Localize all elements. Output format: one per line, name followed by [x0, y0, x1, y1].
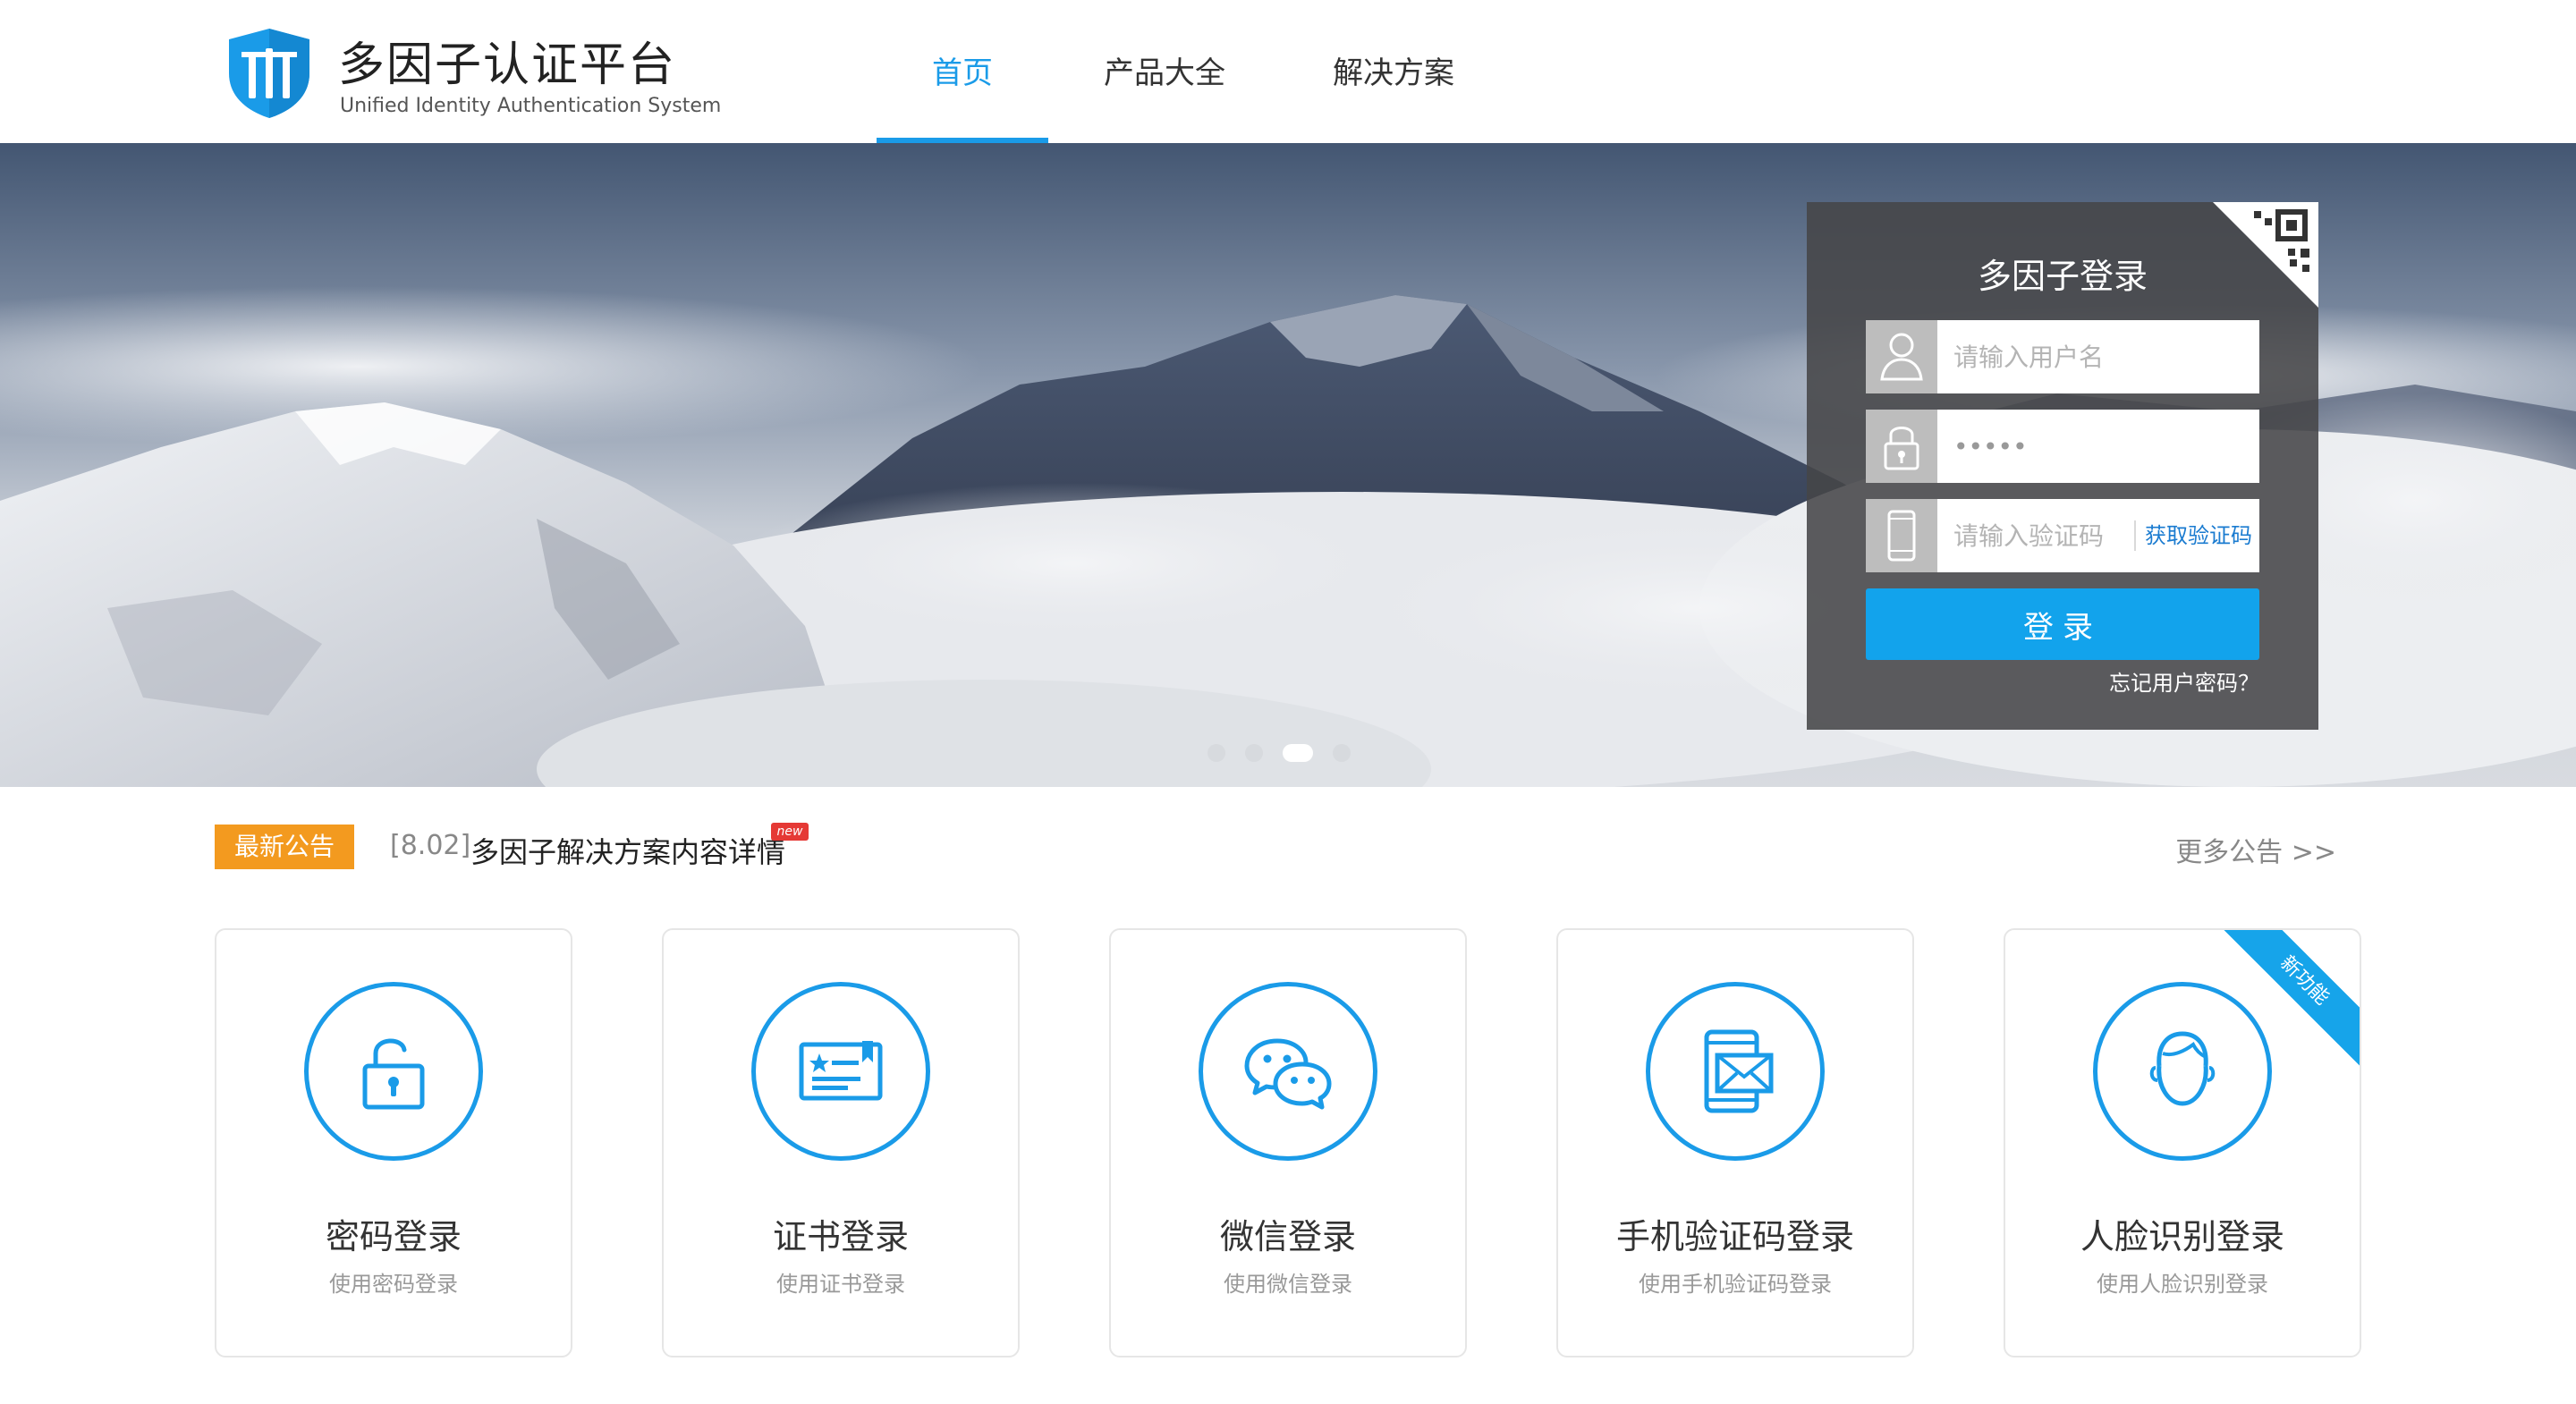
password-login-card[interactable]: 密码登录 使用密码登录: [215, 928, 572, 1357]
card-title: 手机验证码登录: [1615, 1217, 1854, 1256]
login-panel: 多因子登录 获取验证: [1807, 202, 2318, 730]
card-subtitle: 使用人脸识别登录: [2097, 1272, 2268, 1297]
face-icon: [2093, 982, 2272, 1161]
user-icon: [1866, 320, 1937, 393]
wechat-icon: [1199, 982, 1377, 1161]
card-subtitle: 使用微信登录: [1224, 1272, 1352, 1297]
card-title: 人脸识别登录: [2080, 1217, 2284, 1256]
top-header: 多因子认证平台 Unified Identity Authentication …: [0, 0, 2576, 143]
carousel-dot-2[interactable]: [1245, 744, 1263, 762]
card-title: 密码登录: [325, 1217, 462, 1256]
verification-code-input[interactable]: [1937, 499, 2134, 572]
face-login-card[interactable]: 人脸识别登录 使用人脸识别登录 新功能: [2004, 928, 2361, 1357]
lock-icon: [1866, 410, 1937, 483]
forgot-password-link[interactable]: 忘记用户密码？: [2109, 665, 2259, 697]
carousel-dot-3[interactable]: [1283, 744, 1313, 762]
brand-title: 多因子认证平台: [338, 38, 677, 92]
card-subtitle: 使用证书登录: [776, 1272, 905, 1297]
nav-products[interactable]: 产品大全: [1104, 48, 1225, 92]
carousel-dot-4[interactable]: [1333, 744, 1351, 762]
certificate-icon: [751, 982, 930, 1161]
wechat-login-card[interactable]: 微信登录 使用微信登录: [1109, 928, 1467, 1357]
brand-subtitle: Unified Identity Authentication System: [340, 95, 722, 117]
nav-home[interactable]: 首页: [932, 48, 993, 92]
login-submit-button[interactable]: 登录: [1866, 588, 2259, 660]
mobile-phone-icon: [1866, 499, 1937, 572]
more-notices-link[interactable]: 更多公告 >>: [2175, 830, 2336, 869]
lock-icon: [304, 982, 483, 1161]
username-input[interactable]: [1937, 320, 2259, 393]
notice-title-link[interactable]: 多因子解决方案内容详情: [470, 830, 785, 871]
username-field: [1866, 320, 2259, 393]
sms-login-card[interactable]: 手机验证码登录 使用手机验证码登录: [1556, 928, 1914, 1357]
card-subtitle: 使用密码登录: [329, 1272, 458, 1297]
password-input[interactable]: [1937, 410, 2259, 483]
new-tag: new: [771, 823, 809, 841]
card-title: 微信登录: [1219, 1217, 1356, 1256]
nav-solutions[interactable]: 解决方案: [1333, 48, 1454, 92]
notice-date: [8.02]: [390, 830, 471, 861]
get-code-button[interactable]: 获取验证码: [2134, 520, 2252, 551]
card-title: 证书登录: [772, 1217, 909, 1256]
shield-logo-icon[interactable]: [222, 25, 317, 120]
certificate-login-card[interactable]: 证书登录 使用证书登录: [662, 928, 1020, 1357]
card-subtitle: 使用手机验证码登录: [1639, 1272, 1832, 1297]
verification-code-field: 获取验证码: [1866, 499, 2259, 572]
password-field: [1866, 410, 2259, 483]
latest-notice-badge: 最新公告: [215, 825, 354, 869]
login-title: 多因子登录: [1977, 257, 2148, 296]
phone-message-icon: [1646, 982, 1825, 1161]
carousel-dot-1[interactable]: [1208, 744, 1225, 762]
